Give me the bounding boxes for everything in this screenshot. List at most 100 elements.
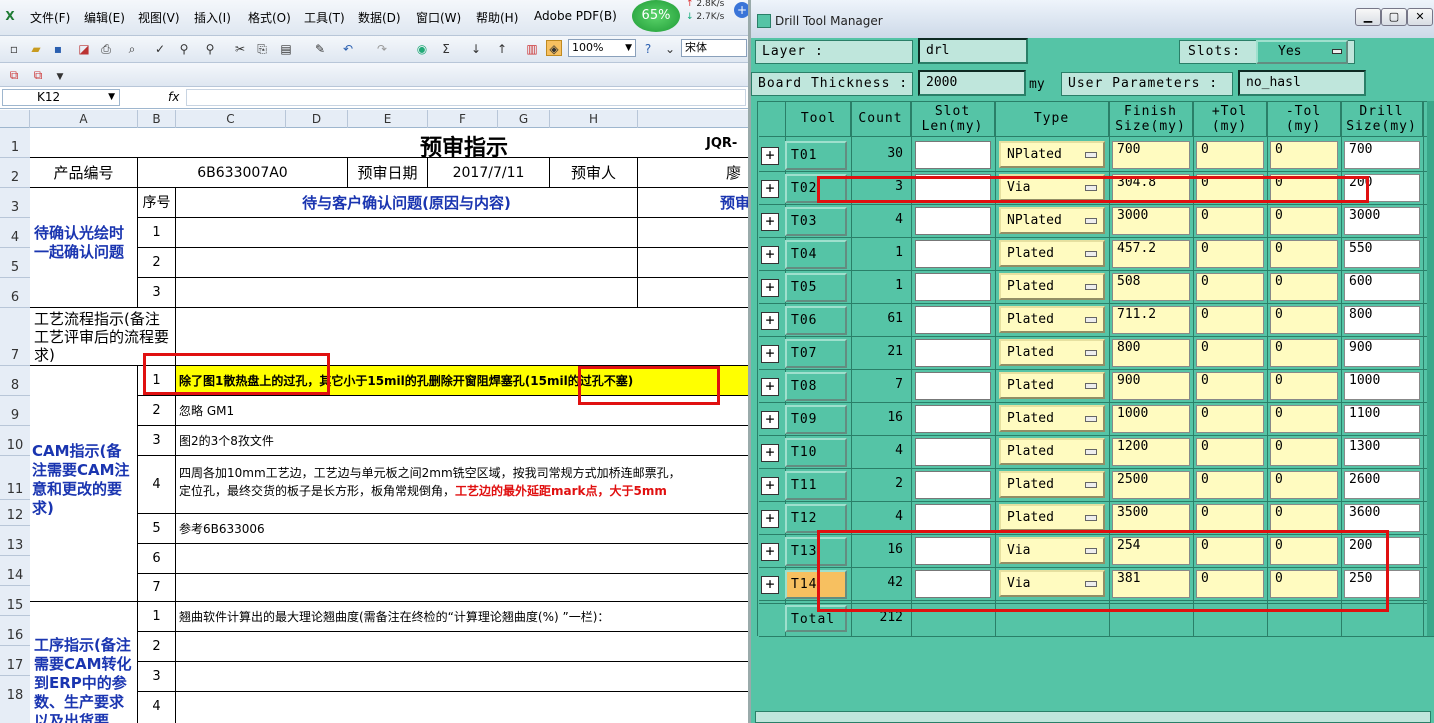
proc-item-text[interactable] bbox=[176, 692, 748, 723]
type-select[interactable]: Plated bbox=[999, 504, 1105, 531]
menu-file[interactable]: 文件(F) bbox=[30, 9, 70, 26]
issue-cell[interactable] bbox=[176, 248, 638, 278]
drill-size-field[interactable]: 600 bbox=[1344, 273, 1420, 301]
horizontal-scrollbar[interactable] bbox=[755, 711, 1431, 723]
tool-button[interactable]: T10 bbox=[785, 438, 847, 467]
finish-size-field[interactable]: 711.2 bbox=[1112, 306, 1190, 334]
plus-tol-field[interactable]: 0 bbox=[1196, 405, 1264, 433]
row-header[interactable]: 15 bbox=[0, 586, 30, 616]
cam-item-text[interactable]: 参考6B633006 bbox=[176, 514, 748, 544]
row-header[interactable]: 3 bbox=[0, 188, 30, 218]
col-header-g[interactable]: G bbox=[498, 110, 550, 128]
col-header-c[interactable]: C bbox=[176, 110, 286, 128]
row-header[interactable]: 18 bbox=[0, 676, 30, 723]
minus-tol-field[interactable]: 0 bbox=[1270, 405, 1338, 433]
toolbar-options-icon[interactable]: ⌄ bbox=[662, 41, 678, 57]
cam-item-text[interactable] bbox=[176, 544, 748, 574]
row-header[interactable]: 13 bbox=[0, 526, 30, 556]
plus-tol-field[interactable]: 0 bbox=[1196, 273, 1264, 301]
open-icon[interactable]: ▰ bbox=[28, 41, 44, 57]
formula-input[interactable] bbox=[186, 89, 746, 106]
menu-tools[interactable]: 工具(T) bbox=[304, 9, 345, 26]
toolbar-options-icon-2[interactable]: ▼ bbox=[52, 69, 68, 85]
permission-icon[interactable]: ◪ bbox=[76, 41, 92, 57]
tool-button[interactable]: T07 bbox=[785, 339, 847, 368]
proc-item-text[interactable] bbox=[176, 632, 748, 662]
paste-icon[interactable]: ▤ bbox=[278, 41, 294, 57]
minus-tol-field[interactable]: 0 bbox=[1270, 438, 1338, 466]
row-header[interactable]: 2 bbox=[0, 158, 30, 188]
menu-edit[interactable]: 编辑(E) bbox=[84, 9, 125, 26]
review-date-value[interactable]: 2017/7/11 bbox=[428, 158, 550, 188]
proc-item-text[interactable]: 翘曲软件计算出的最大理论翘曲度(需备注在终检的“计算理论翘曲度(%) ”一栏)： bbox=[176, 602, 748, 632]
cam-item-text[interactable] bbox=[176, 574, 748, 602]
menu-view[interactable]: 视图(V) bbox=[138, 9, 180, 26]
finish-size-field[interactable]: 3500 bbox=[1112, 504, 1190, 532]
plus-tol-field[interactable]: 0 bbox=[1196, 504, 1264, 532]
slot-len-field[interactable] bbox=[915, 438, 991, 466]
network-monitor[interactable]: 65% ↑ 2.8K/s ↓ 2.7K/s + bbox=[632, 0, 748, 34]
finish-size-field[interactable]: 1000 bbox=[1112, 405, 1190, 433]
drill-size-field[interactable]: 1300 bbox=[1344, 438, 1420, 466]
autosum-icon[interactable]: Σ bbox=[438, 41, 454, 57]
finish-size-field[interactable]: 700 bbox=[1112, 141, 1190, 169]
finish-size-field[interactable]: 508 bbox=[1112, 273, 1190, 301]
plus-tol-field[interactable]: 0 bbox=[1196, 240, 1264, 268]
cut-icon[interactable]: ✂ bbox=[232, 41, 248, 57]
slot-len-field[interactable] bbox=[915, 339, 991, 367]
col-header-d[interactable]: D bbox=[286, 110, 348, 128]
maximize-button[interactable]: ▢ bbox=[1381, 8, 1407, 26]
menu-adobe-pdf[interactable]: Adobe PDF(B) bbox=[534, 9, 617, 23]
row-header[interactable]: 8 bbox=[0, 366, 30, 396]
drill-size-field[interactable]: 3600 bbox=[1344, 504, 1420, 532]
save-icon[interactable]: ▪ bbox=[50, 41, 66, 57]
plus-tol-field[interactable]: 0 bbox=[1196, 471, 1264, 499]
slot-len-field[interactable] bbox=[915, 471, 991, 499]
drill-size-field[interactable]: 900 bbox=[1344, 339, 1420, 367]
slot-len-field[interactable] bbox=[915, 207, 991, 235]
spelling-icon[interactable]: ✓ bbox=[152, 41, 168, 57]
menu-format[interactable]: 格式(O) bbox=[248, 9, 291, 26]
close-button[interactable]: ✕ bbox=[1407, 8, 1433, 26]
copy-icon[interactable]: ⎘ bbox=[254, 41, 270, 57]
product-no-value[interactable]: 6B633007A0 bbox=[138, 158, 348, 188]
menu-help[interactable]: 帮助(H) bbox=[476, 9, 518, 26]
proc-item-text[interactable] bbox=[176, 662, 748, 692]
issue-review-cell[interactable] bbox=[638, 248, 748, 278]
minus-tol-field[interactable]: 0 bbox=[1270, 504, 1338, 532]
tool-button[interactable]: T11 bbox=[785, 471, 847, 500]
print-icon[interactable]: ⎙ bbox=[98, 41, 114, 57]
finish-size-field[interactable]: 1200 bbox=[1112, 438, 1190, 466]
fx-icon[interactable]: fx bbox=[168, 90, 179, 104]
format-painter-icon[interactable]: ✎ bbox=[312, 41, 328, 57]
redo-icon[interactable]: ↷ bbox=[374, 41, 390, 57]
research2-icon[interactable]: ⚲ bbox=[202, 41, 218, 57]
col-header-h[interactable]: H bbox=[550, 110, 638, 128]
layer-field[interactable]: drl bbox=[918, 38, 1028, 64]
row-header[interactable]: 16 bbox=[0, 616, 30, 646]
expand-icon[interactable]: + bbox=[761, 444, 779, 462]
plus-tol-field[interactable]: 0 bbox=[1196, 438, 1264, 466]
plus-tol-field[interactable]: 0 bbox=[1196, 207, 1264, 235]
user-params-field[interactable]: no_hasl bbox=[1238, 70, 1366, 96]
tool-button[interactable]: T09 bbox=[785, 405, 847, 434]
type-select[interactable]: NPlated bbox=[999, 207, 1105, 234]
excel-app-icon[interactable]: X bbox=[2, 8, 18, 24]
menu-data[interactable]: 数据(D) bbox=[358, 9, 401, 26]
col-header-e[interactable]: E bbox=[348, 110, 428, 128]
issue-review-cell[interactable] bbox=[638, 218, 748, 248]
expand-icon[interactable]: + bbox=[761, 411, 779, 429]
cam-item-text[interactable]: 图2的3个8孜文件 bbox=[176, 426, 748, 456]
type-select[interactable]: Plated bbox=[999, 372, 1105, 399]
col-header-f[interactable]: F bbox=[428, 110, 498, 128]
col-header-a[interactable]: A bbox=[30, 110, 138, 128]
expand-icon[interactable]: + bbox=[761, 312, 779, 330]
drill-size-field[interactable]: 800 bbox=[1344, 306, 1420, 334]
tool-button[interactable]: T12 bbox=[785, 504, 847, 533]
minus-tol-field[interactable]: 0 bbox=[1270, 141, 1338, 169]
row-header[interactable]: 1 bbox=[0, 128, 30, 158]
cam-item-text[interactable]: 四周各加10mm工艺边，工艺边与单元板之间2mm铣空区域，按我司常规方式加桥连邮… bbox=[176, 456, 748, 514]
minus-tol-field[interactable]: 0 bbox=[1270, 372, 1338, 400]
type-select[interactable]: Plated bbox=[999, 306, 1105, 333]
type-select[interactable]: Plated bbox=[999, 240, 1105, 267]
